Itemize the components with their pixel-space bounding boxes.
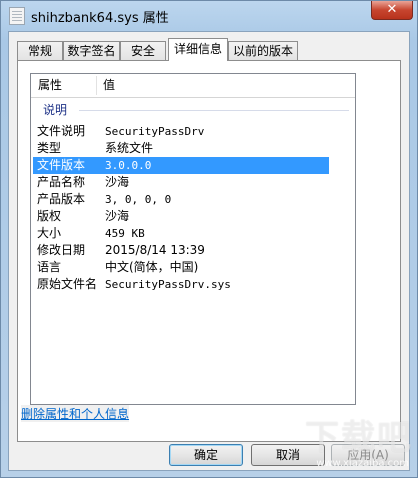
tab-details[interactable]: 详细信息 [168, 38, 228, 61]
column-header-value[interactable]: 值 [103, 74, 115, 97]
list-row-type[interactable]: 类型 系统文件 [33, 140, 329, 157]
list-row-copyright[interactable]: 版权 沙海 [33, 208, 329, 225]
remove-properties-link[interactable]: 删除属性和个人信息 [21, 405, 130, 422]
row-key: 语言 [37, 260, 62, 274]
row-key: 产品名称 [37, 175, 86, 189]
watermark-logo: 下载吧 [305, 418, 413, 458]
list-row-date-modified[interactable]: 修改日期 2015/8/14 13:39 [33, 242, 329, 259]
row-key: 文件版本 [37, 158, 86, 172]
row-value: 3, 0, 0, 0 [105, 193, 172, 206]
row-key: 修改日期 [37, 243, 86, 257]
tab-security[interactable]: 安全 [120, 41, 166, 60]
row-value: SecurityPassDrv.sys [105, 278, 231, 291]
dialog-client: 常规 数字签名 安全 详细信息 以前的版本 属性 值 说明 文件说明 Secur… [8, 31, 410, 471]
column-header-property[interactable]: 属性 [38, 74, 62, 97]
list-row-size[interactable]: 大小 459 KB [33, 225, 329, 242]
row-value: 沙海 [105, 209, 130, 223]
watermark-url: www.xiazaiba.com [316, 458, 409, 469]
group-label: 说明 [43, 103, 72, 117]
tab-previous-versions[interactable]: 以前的版本 [228, 41, 298, 60]
list-row-original-filename[interactable]: 原始文件名 SecurityPassDrv.sys [33, 276, 329, 293]
window-title: shihzbank64.sys 属性 [31, 11, 169, 26]
close-button[interactable]: ✕ [371, 1, 413, 20]
row-key: 原始文件名 [37, 277, 98, 291]
list-row-language[interactable]: 语言 中文(简体，中国) [33, 259, 329, 276]
group-header-description: 说明 [39, 103, 349, 117]
details-panel: 属性 值 说明 文件说明 SecurityPassDrv 类型 系统文件 文件版… [17, 60, 401, 442]
row-key: 版权 [37, 209, 62, 223]
row-key: 大小 [37, 226, 62, 240]
row-value: 沙海 [105, 175, 130, 189]
ok-button[interactable]: 确定 [169, 444, 243, 466]
tab-digital-signature[interactable]: 数字签名 [63, 41, 120, 60]
file-icon [9, 7, 25, 25]
close-icon: ✕ [386, 2, 398, 17]
row-value: 系统文件 [105, 141, 154, 155]
properties-window: shihzbank64.sys 属性 ✕ 常规 数字签名 安全 详细信息 以前的… [0, 0, 418, 478]
row-value: SecurityPassDrv [105, 125, 205, 138]
column-divider[interactable] [96, 76, 97, 95]
row-value: 2015/8/14 13:39 [105, 243, 205, 257]
list-row-product-name[interactable]: 产品名称 沙海 [33, 174, 329, 191]
row-value: 459 KB [105, 227, 145, 240]
title-bar[interactable]: shihzbank64.sys 属性 ✕ [1, 1, 417, 31]
details-listview[interactable]: 属性 值 说明 文件说明 SecurityPassDrv 类型 系统文件 文件版… [30, 73, 356, 405]
row-key: 类型 [37, 141, 62, 155]
row-value: 3.0.0.0 [105, 159, 152, 172]
list-row-file-description[interactable]: 文件说明 SecurityPassDrv [33, 123, 329, 140]
group-divider [79, 110, 349, 111]
row-key: 产品版本 [37, 192, 86, 206]
listview-header: 属性 值 [31, 74, 355, 98]
list-row-file-version[interactable]: 文件版本 3.0.0.0 [33, 157, 329, 174]
tab-general[interactable]: 常规 [17, 41, 63, 60]
list-row-product-version[interactable]: 产品版本 3, 0, 0, 0 [33, 191, 329, 208]
row-value: 中文(简体，中国) [105, 260, 199, 274]
row-key: 文件说明 [37, 124, 86, 138]
